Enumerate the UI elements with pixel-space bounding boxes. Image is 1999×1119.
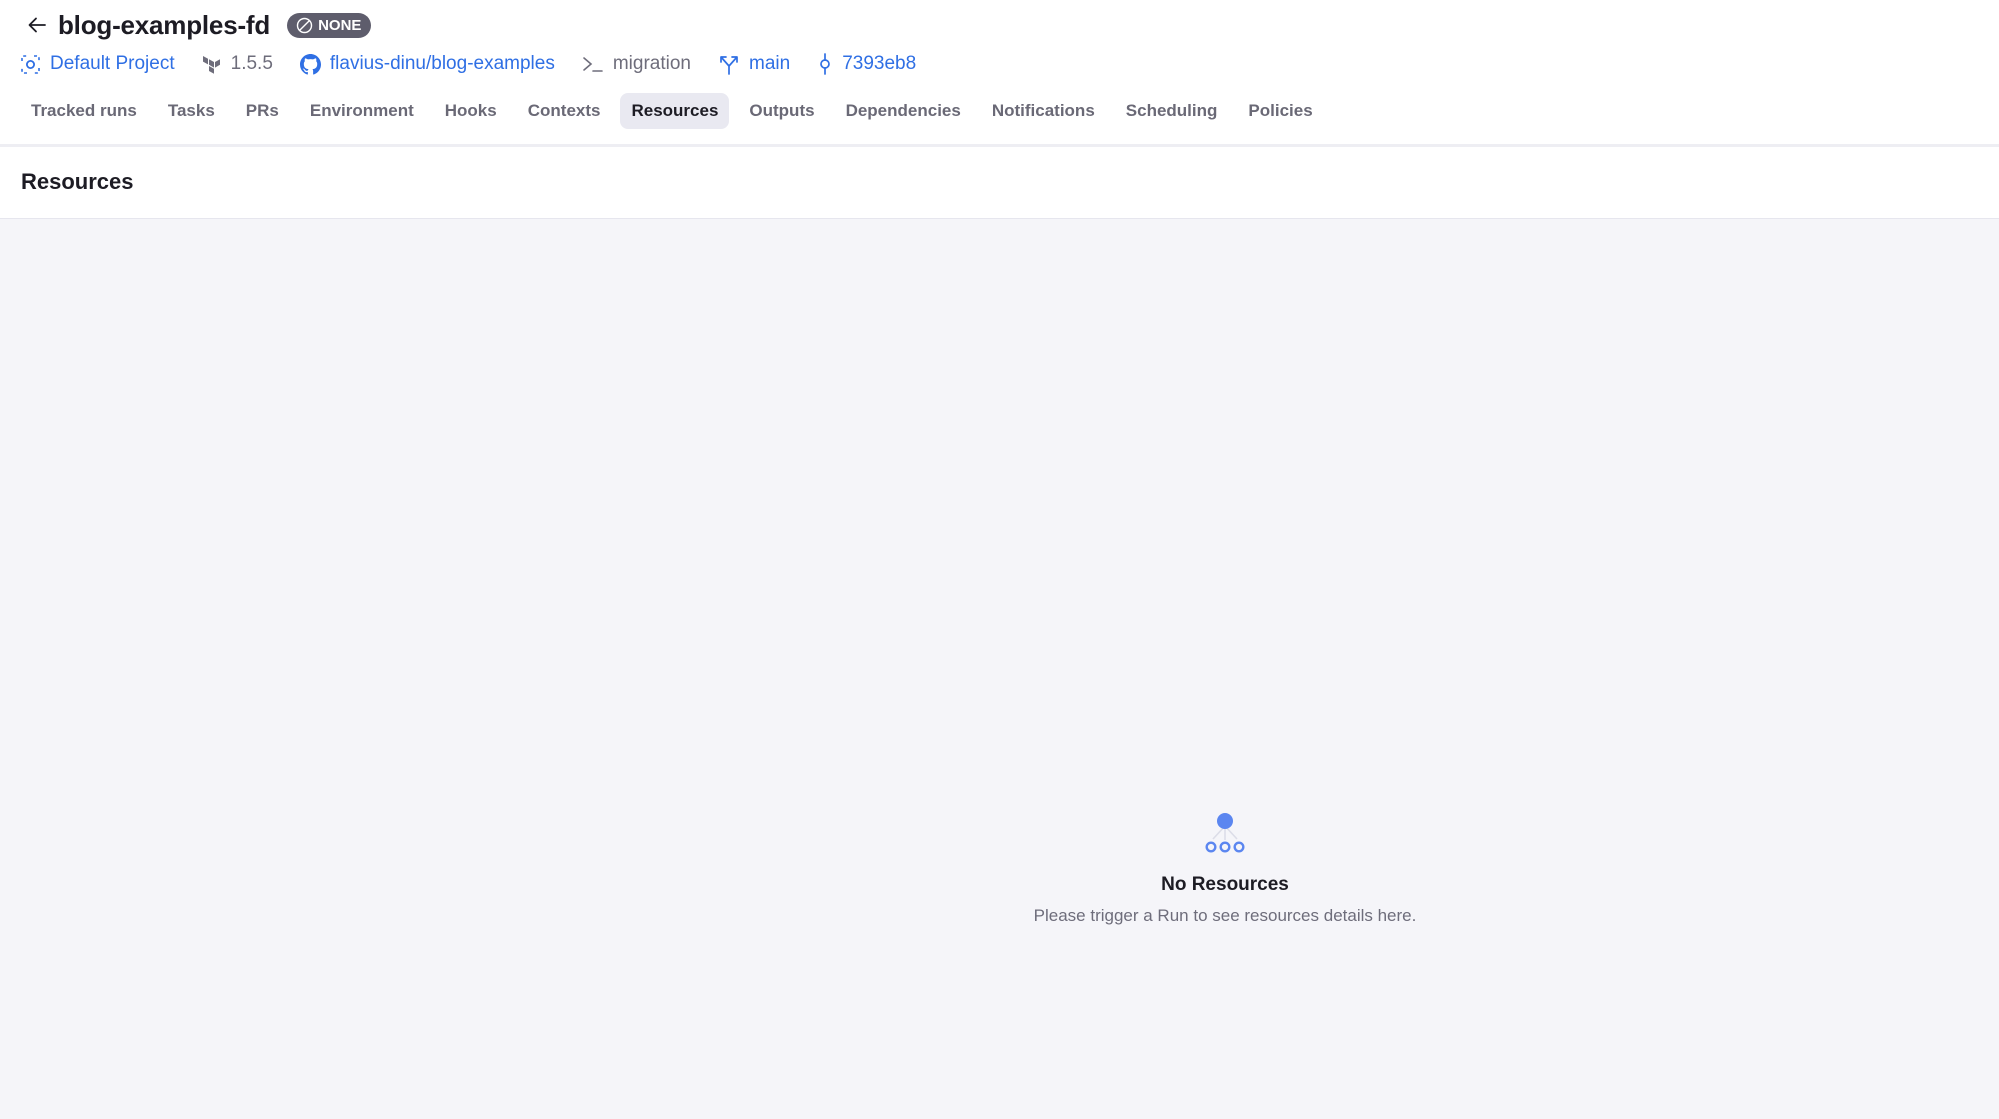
project-path: migration: [582, 53, 691, 75]
tab-contexts[interactable]: Contexts: [517, 93, 612, 129]
branch-link[interactable]: main: [718, 53, 790, 75]
tab-tasks[interactable]: Tasks: [157, 93, 226, 129]
tab-scheduling[interactable]: Scheduling: [1115, 93, 1229, 129]
title-row: blog-examples-fd NONE: [24, 8, 372, 42]
meta-row: Default Project 1.5.5 flavius-dinu/blog-…: [20, 50, 943, 78]
project-link[interactable]: Default Project: [20, 53, 175, 75]
section-title: Resources: [21, 169, 134, 194]
commit-link[interactable]: 7393eb8: [817, 53, 916, 75]
page-header: blog-examples-fd NONE Default Project 1.…: [0, 0, 1999, 144]
repository-link[interactable]: flavius-dinu/blog-examples: [299, 53, 555, 75]
empty-state-message: Please trigger a Run to see resources de…: [1033, 906, 1417, 925]
terminal-prompt-icon: [582, 54, 604, 74]
tab-prs[interactable]: PRs: [235, 93, 290, 129]
tab-policies[interactable]: Policies: [1237, 93, 1323, 129]
arrow-left-icon: [28, 17, 46, 33]
git-branch-icon: [718, 53, 740, 75]
status-badge-label: NONE: [318, 16, 362, 34]
github-icon: [299, 53, 321, 75]
tab-outputs[interactable]: Outputs: [738, 93, 825, 129]
page-title: blog-examples-fd: [58, 9, 271, 40]
tab-hooks[interactable]: Hooks: [434, 93, 508, 129]
back-button[interactable]: [24, 12, 50, 38]
resource-tree-icon: [1205, 813, 1245, 853]
section-header: Resources: [0, 147, 1999, 219]
tab-environment[interactable]: Environment: [299, 93, 425, 129]
circle-slash-icon: [296, 17, 313, 33]
tab-tracked-runs[interactable]: Tracked runs: [20, 93, 148, 129]
terraform-icon: [202, 54, 222, 74]
tab-notifications[interactable]: Notifications: [981, 93, 1106, 129]
empty-state: No Resources Please trigger a Run to see…: [1025, 812, 1425, 926]
tab-dependencies[interactable]: Dependencies: [835, 93, 972, 129]
project-scan-icon: [20, 54, 41, 75]
status-badge: NONE: [287, 12, 372, 38]
empty-state-title: No Resources: [1161, 874, 1289, 895]
git-commit-icon: [817, 53, 833, 75]
tab-bar: Tracked runs Tasks PRs Environment Hooks…: [20, 93, 1333, 129]
tab-resources[interactable]: Resources: [620, 93, 730, 129]
terraform-version: 1.5.5: [202, 53, 273, 75]
